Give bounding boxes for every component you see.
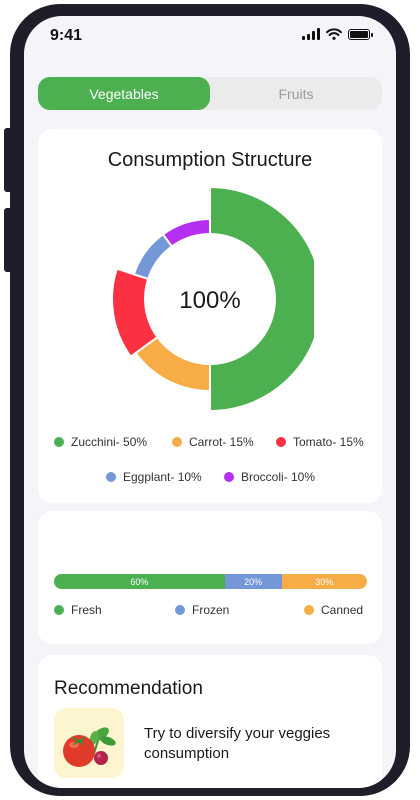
legend-dot — [276, 437, 286, 447]
recommendation-card: Recommendation Try to diversify your veg… — [38, 655, 382, 788]
legend-label: Broccoli- 10% — [241, 470, 316, 484]
recommendation-title: Recommendation — [54, 678, 203, 699]
legend-label: Canned — [321, 603, 364, 617]
legend-dot — [172, 437, 182, 447]
legend-dot — [54, 437, 64, 447]
storage-stacked-bar: 60% 20% 30% — [54, 574, 367, 589]
side-button-bottom — [4, 208, 14, 272]
legend-item-fresh: Fresh — [54, 603, 102, 617]
legend-item-eggplant: Eggplant- 10% — [106, 470, 202, 484]
status-time: 9:41 — [50, 27, 83, 44]
legend-label: Eggplant- 10% — [123, 470, 202, 484]
consumption-card: Consumption Structure 100% Zucchini- 50%… — [38, 129, 382, 503]
legend-dot — [54, 605, 64, 615]
legend-label: Tomato- 15% — [293, 435, 364, 449]
legend-label: Frozen — [192, 603, 230, 617]
legend-label: Fresh — [71, 603, 102, 617]
legend-item-canned: Canned — [304, 603, 363, 617]
cellular-signal-icon — [302, 28, 320, 40]
status-icons — [302, 28, 373, 40]
legend-item-tomato: Tomato- 15% — [276, 435, 364, 449]
legend-label: Zucchini- 50% — [71, 435, 148, 449]
legend-dot — [224, 472, 234, 482]
app-screen: 9:41 Vegetables Fruits Consumption Struc… — [24, 16, 396, 788]
legend-item-broccoli: Broccoli- 10% — [224, 470, 315, 484]
side-button-top — [4, 128, 14, 192]
bar-segment-frozen: 20% — [224, 574, 282, 589]
vegetables-thumbnail — [54, 708, 124, 778]
battery-icon — [348, 28, 373, 40]
vegetables-icon — [63, 727, 116, 767]
tab-fruits[interactable]: Fruits — [210, 77, 382, 110]
bar-segment-fresh: 60% — [54, 574, 225, 589]
donut-center-label: 100% — [179, 287, 240, 314]
chart-title: Consumption Structure — [107, 149, 313, 171]
wifi-icon — [326, 28, 342, 40]
tab-vegetables[interactable]: Vegetables — [38, 77, 210, 110]
legend-label: Carrot- 15% — [189, 435, 254, 449]
consumption-donut-chart: 100% — [111, 187, 314, 412]
category-tabs: Vegetables Fruits — [38, 77, 382, 110]
status-bar: 9:41 — [24, 16, 396, 60]
legend-item-zucchini: Zucchini- 50% — [54, 435, 147, 449]
legend-item-frozen: Frozen — [175, 603, 229, 617]
storage-card: 60% 20% 30% Fresh Frozen Canned — [38, 511, 382, 644]
legend-dot — [175, 605, 185, 615]
legend-item-carrot: Carrot- 15% — [172, 435, 254, 449]
legend-dot — [106, 472, 116, 482]
legend-dot — [304, 605, 314, 615]
recommendation-text: Try to diversify your veggies consumptio… — [144, 725, 331, 762]
bar-segment-canned: 30% — [281, 574, 367, 589]
